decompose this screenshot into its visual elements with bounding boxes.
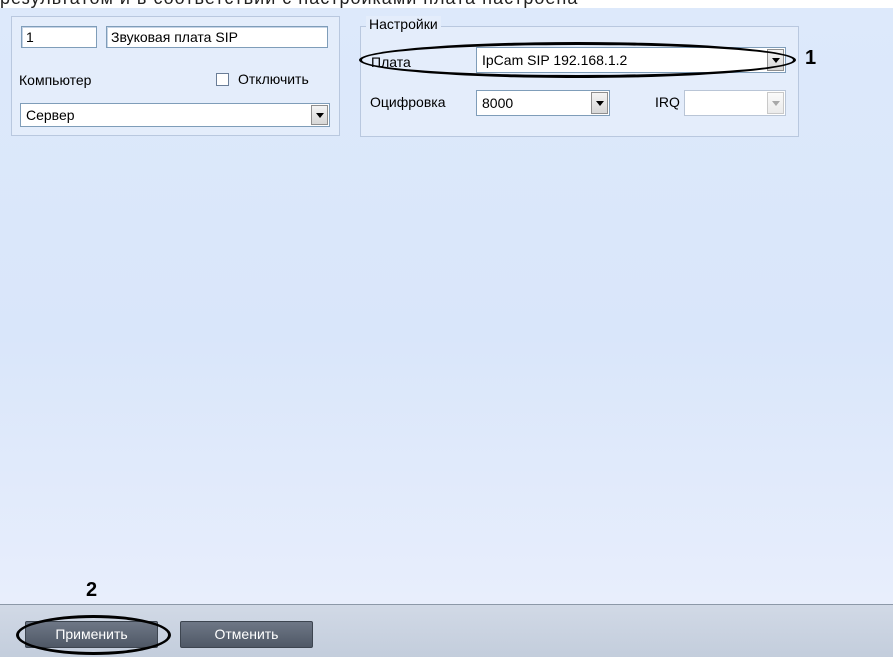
annotation-marker-2: 2 xyxy=(86,579,98,601)
chevron-down-icon xyxy=(315,112,324,118)
apply-button[interactable]: Применить xyxy=(25,621,158,648)
irq-label: IRQ xyxy=(655,94,680,110)
chevron-down-icon xyxy=(595,100,604,106)
digitization-select-value: 8000 xyxy=(482,95,514,111)
name-input[interactable]: Звуковая плата SIP xyxy=(106,26,328,48)
settings-window: результатом и в соответствии с настройка… xyxy=(0,0,893,657)
disable-checkbox[interactable] xyxy=(216,73,229,86)
digitization-select-arrow[interactable] xyxy=(591,92,608,114)
board-select-arrow[interactable] xyxy=(767,49,784,71)
annotation-marker-1: 1 xyxy=(805,47,817,69)
irq-select xyxy=(684,90,786,116)
board-label: Плата xyxy=(371,54,411,70)
settings-group xyxy=(360,26,799,137)
computer-select-value: Сервер xyxy=(26,107,75,123)
computer-select[interactable]: Сервер xyxy=(20,103,330,127)
id-input[interactable]: 1 xyxy=(21,26,97,48)
chevron-down-icon xyxy=(771,57,780,63)
chevron-down-icon xyxy=(771,100,780,106)
settings-group-title: Настройки xyxy=(366,16,441,32)
computer-select-arrow[interactable] xyxy=(311,105,328,125)
cancel-button[interactable]: Отменить xyxy=(180,621,313,648)
irq-select-arrow xyxy=(767,92,784,114)
digitization-select[interactable]: 8000 xyxy=(476,90,610,116)
board-select[interactable]: IpCam SIP 192.168.1.2 xyxy=(476,47,786,73)
computer-label: Компьютер xyxy=(19,72,92,88)
digitization-label: Оцифровка xyxy=(370,94,446,110)
disable-label: Отключить xyxy=(238,71,309,87)
board-select-value: IpCam SIP 192.168.1.2 xyxy=(482,52,628,68)
top-caption: результатом и в соответствии с настройка… xyxy=(0,0,893,8)
